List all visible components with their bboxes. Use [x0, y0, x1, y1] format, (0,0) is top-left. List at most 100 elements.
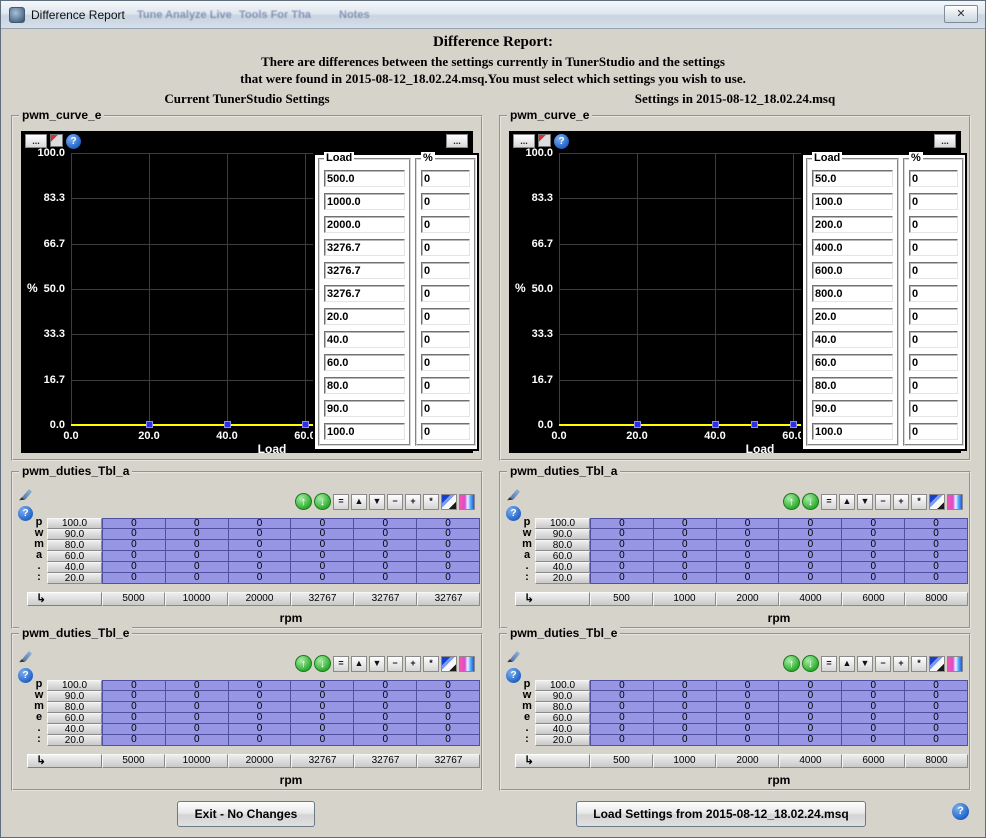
table-cell[interactable]: 0 — [717, 735, 780, 746]
edit-icon[interactable] — [20, 652, 33, 665]
axis-edit-button[interactable]: ↳ — [27, 754, 102, 768]
interpolate-button[interactable] — [929, 494, 945, 510]
percent-value-input[interactable] — [421, 331, 470, 348]
axis-edit-button[interactable]: ↳ — [515, 592, 590, 606]
set-equal-button[interactable]: = — [821, 494, 837, 510]
expand-button[interactable]: ... — [934, 134, 956, 148]
percent-value-input[interactable] — [421, 193, 470, 210]
table-cell[interactable]: 0 — [229, 735, 292, 746]
percent-value-input[interactable] — [909, 308, 958, 325]
set-equal-button[interactable]: = — [333, 656, 349, 672]
shift-down-button[interactable]: ↓ — [802, 493, 819, 510]
increment-button[interactable]: + — [405, 494, 421, 510]
increase-button[interactable]: ▲ — [351, 494, 367, 510]
load-value-input[interactable] — [324, 216, 405, 233]
set-equal-button[interactable]: = — [333, 494, 349, 510]
scale-button[interactable]: * — [423, 656, 439, 672]
shift-up-button[interactable]: ↑ — [783, 493, 800, 510]
shift-up-button[interactable]: ↑ — [295, 493, 312, 510]
load-value-input[interactable] — [324, 239, 405, 256]
curve-point[interactable] — [224, 421, 231, 428]
axis-edit-button[interactable]: ↳ — [515, 754, 590, 768]
table-cell[interactable]: 0 — [291, 735, 354, 746]
curve-point[interactable] — [302, 421, 309, 428]
load-value-input[interactable] — [812, 193, 893, 210]
interpolate-button[interactable] — [441, 656, 457, 672]
table-cell[interactable]: 0 — [842, 735, 905, 746]
decrement-button[interactable]: − — [387, 494, 403, 510]
decrease-button[interactable]: ▼ — [857, 656, 873, 672]
interpolate-button[interactable] — [929, 656, 945, 672]
table-cell[interactable]: 0 — [717, 573, 780, 584]
table-cell[interactable]: 0 — [102, 573, 166, 584]
help-icon[interactable]: ? — [18, 506, 33, 521]
set-equal-button[interactable]: = — [821, 656, 837, 672]
interpolate-button[interactable] — [441, 494, 457, 510]
shift-up-button[interactable]: ↑ — [783, 655, 800, 672]
curve-point[interactable] — [790, 421, 797, 428]
curve-point[interactable] — [712, 421, 719, 428]
curve-point[interactable] — [634, 421, 641, 428]
increase-button[interactable]: ▲ — [839, 494, 855, 510]
table-cell[interactable]: 0 — [102, 735, 166, 746]
percent-value-input[interactable] — [909, 400, 958, 417]
edit-icon[interactable] — [508, 652, 521, 665]
table-cell[interactable]: 0 — [417, 573, 480, 584]
close-icon[interactable]: ✕ — [944, 5, 978, 23]
percent-value-input[interactable] — [909, 193, 958, 210]
table-cell[interactable]: 0 — [229, 573, 292, 584]
load-value-input[interactable] — [324, 170, 405, 187]
increase-button[interactable]: ▲ — [839, 656, 855, 672]
percent-value-input[interactable] — [421, 285, 470, 302]
table-cell[interactable]: 0 — [779, 573, 842, 584]
table-cell[interactable]: 0 — [166, 573, 229, 584]
expand-button[interactable]: ... — [513, 134, 535, 148]
increment-button[interactable]: + — [405, 656, 421, 672]
increase-button[interactable]: ▲ — [351, 656, 367, 672]
decrease-button[interactable]: ▼ — [369, 656, 385, 672]
percent-value-input[interactable] — [421, 400, 470, 417]
load-value-input[interactable] — [324, 331, 405, 348]
shift-down-button[interactable]: ↓ — [314, 493, 331, 510]
percent-value-input[interactable] — [421, 170, 470, 187]
decrease-button[interactable]: ▼ — [369, 494, 385, 510]
shift-up-button[interactable]: ↑ — [295, 655, 312, 672]
gradient-button[interactable] — [947, 656, 963, 672]
table-cell[interactable]: 0 — [654, 735, 717, 746]
gradient-button[interactable] — [459, 494, 475, 510]
load-value-input[interactable] — [812, 216, 893, 233]
shift-down-button[interactable]: ↓ — [314, 655, 331, 672]
load-value-input[interactable] — [812, 331, 893, 348]
edit-icon[interactable] — [20, 490, 33, 503]
load-settings-button[interactable]: Load Settings from 2015-08-12_18.02.24.m… — [576, 801, 866, 827]
percent-value-input[interactable] — [421, 262, 470, 279]
curve-tool-icon[interactable] — [50, 134, 63, 147]
load-value-input[interactable] — [812, 170, 893, 187]
table-cell[interactable]: 0 — [779, 735, 842, 746]
increment-button[interactable]: + — [893, 656, 909, 672]
load-value-input[interactable] — [324, 400, 405, 417]
percent-value-input[interactable] — [909, 262, 958, 279]
curve-point[interactable] — [751, 421, 758, 428]
decrement-button[interactable]: − — [875, 656, 891, 672]
percent-value-input[interactable] — [909, 354, 958, 371]
help-icon[interactable]: ? — [554, 134, 569, 149]
load-value-input[interactable] — [324, 308, 405, 325]
help-icon[interactable]: ? — [506, 668, 521, 683]
load-value-input[interactable] — [812, 308, 893, 325]
load-value-input[interactable] — [324, 354, 405, 371]
scale-button[interactable]: * — [911, 656, 927, 672]
decrement-button[interactable]: − — [387, 656, 403, 672]
percent-value-input[interactable] — [421, 239, 470, 256]
gradient-button[interactable] — [947, 494, 963, 510]
scale-button[interactable]: * — [911, 494, 927, 510]
percent-value-input[interactable] — [909, 423, 958, 440]
load-value-input[interactable] — [812, 377, 893, 394]
table-cell[interactable]: 0 — [166, 735, 229, 746]
exit-no-changes-button[interactable]: Exit - No Changes — [177, 801, 315, 827]
load-value-input[interactable] — [324, 377, 405, 394]
load-value-input[interactable] — [812, 285, 893, 302]
percent-value-input[interactable] — [909, 377, 958, 394]
percent-value-input[interactable] — [421, 423, 470, 440]
help-icon[interactable]: ? — [66, 134, 81, 149]
